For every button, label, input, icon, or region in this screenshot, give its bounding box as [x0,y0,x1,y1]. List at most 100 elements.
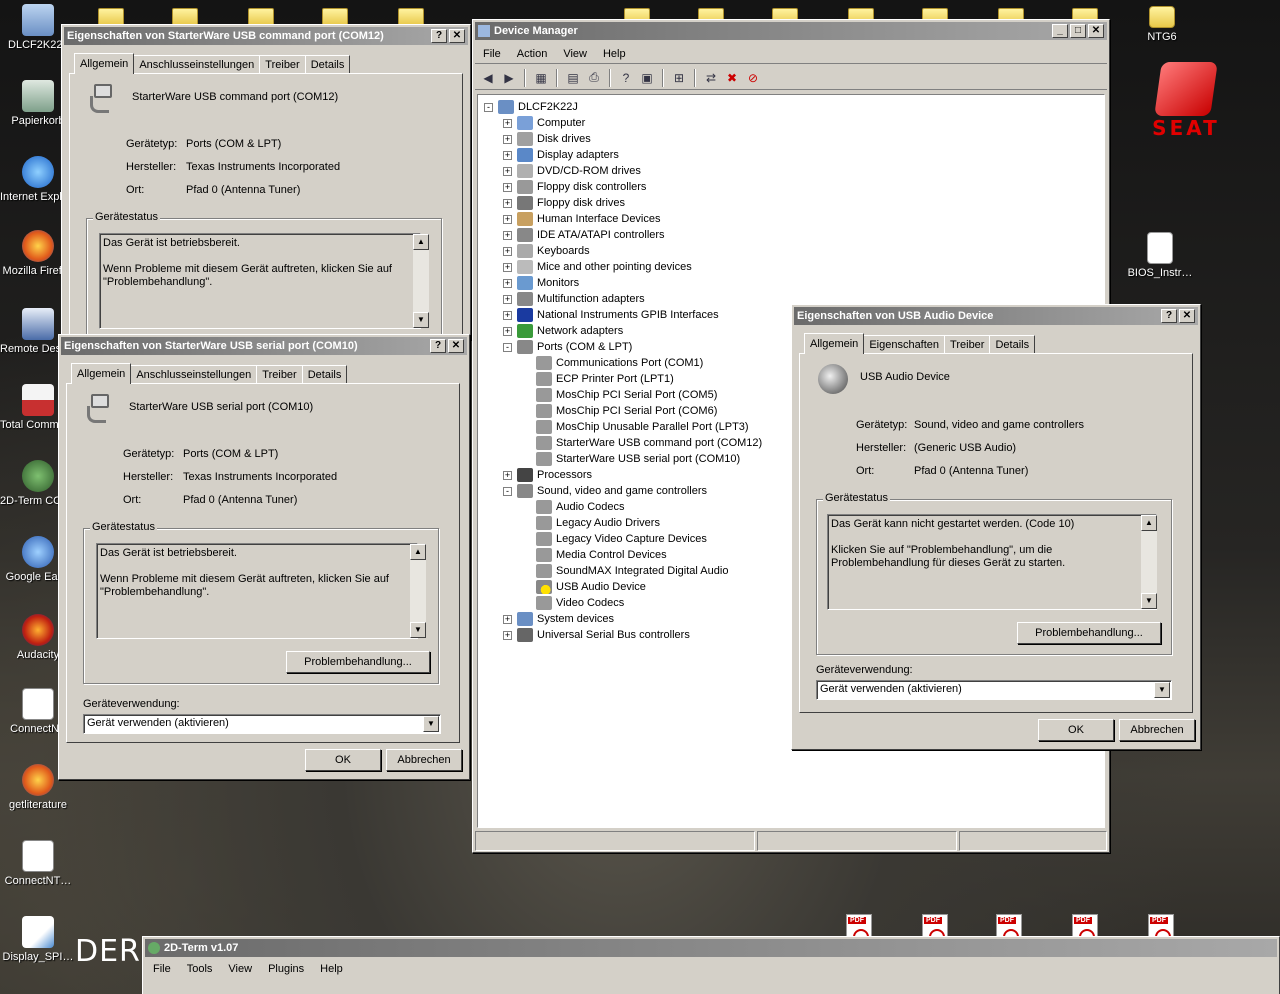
desktop-icon-ntg6[interactable]: NTG6 [1124,6,1200,43]
tab-treiber[interactable]: Treiber [944,335,991,353]
console-tree-icon[interactable]: ▦ [532,69,550,87]
print-icon[interactable]: ⎙ [585,69,603,87]
usage-select[interactable]: Gerät verwenden (aktivieren) ▼ [83,714,441,734]
cancel-button[interactable]: Abbrechen [1119,719,1195,741]
uninstall-icon[interactable]: ✖ [723,69,741,87]
tree-category[interactable]: + Display adapters [503,147,619,163]
tree-category[interactable]: + Keyboards [503,243,590,259]
status-scrollbar[interactable]: ▲ ▼ [410,544,426,638]
troubleshoot-button[interactable]: Problembehandlung... [286,651,430,673]
forward-arrow-icon[interactable]: ▶ [500,69,518,87]
menu-file[interactable]: File [475,48,509,60]
minimize-button[interactable]: _ [1052,24,1068,38]
tab-anschlusseinstellungen[interactable]: Anschlusseinstellungen [133,55,261,73]
desktop-icon-connectnt-2[interactable]: ConnectNT… [0,840,76,887]
tree-device[interactable]: Legacy Video Capture Devices [522,531,707,547]
tab-eigenschaften[interactable]: Eigenschaften [863,335,946,353]
tree-category[interactable]: + Mice and other pointing devices [503,259,692,275]
view-icon[interactable]: ▣ [638,69,656,87]
expand-icon[interactable]: + [503,214,512,224]
menu-action[interactable]: Action [509,48,556,60]
title-bar[interactable]: Eigenschaften von StarterWare USB comman… [64,27,468,45]
tree-device[interactable]: MosChip PCI Serial Port (COM6) [522,403,717,419]
close-button[interactable]: ✕ [1179,309,1195,323]
expand-icon[interactable]: + [503,278,512,288]
expand-icon[interactable]: + [503,134,512,144]
expand-icon[interactable]: + [503,294,512,304]
tree-category[interactable]: + Floppy disk drives [503,195,625,211]
ok-button[interactable]: OK [305,749,381,771]
tree-category[interactable]: + Human Interface Devices [503,211,661,227]
tree-device[interactable]: MosChip Unusable Parallel Port (LPT3) [522,419,749,435]
scroll-up-button[interactable]: ▲ [410,544,426,560]
tree-device[interactable]: USB Audio Device [522,579,646,595]
menu-help[interactable]: Help [312,963,351,975]
close-button[interactable]: ✕ [449,29,465,43]
menu-help[interactable]: Help [595,48,634,60]
tree-device[interactable]: Legacy Audio Drivers [522,515,660,531]
tree-category[interactable]: + Network adapters [503,323,623,339]
tree-device[interactable]: ECP Printer Port (LPT1) [522,371,674,387]
tree-device[interactable]: StarterWare USB command port (COM12) [522,435,762,451]
tab-details[interactable]: Details [301,365,348,383]
properties-icon[interactable]: ▤ [564,69,582,87]
status-scrollbar[interactable]: ▲ ▼ [413,234,429,328]
update-driver-icon[interactable]: ⇄ [702,69,720,87]
back-arrow-icon[interactable]: ◀ [479,69,497,87]
menu-view[interactable]: View [220,963,260,975]
collapse-icon[interactable]: - [503,342,512,352]
tab-allgemein[interactable]: Allgemein [74,53,135,74]
tree-category[interactable]: + National Instruments GPIB Interfaces [503,307,719,323]
expand-icon[interactable]: + [503,614,512,624]
dropdown-arrow-icon[interactable]: ▼ [1154,682,1170,698]
tree-category-sound[interactable]: - Sound, video and game controllers [503,483,707,499]
tree-device[interactable]: Communications Port (COM1) [522,355,703,371]
expand-icon[interactable]: + [503,182,512,192]
help-button[interactable]: ? [1161,309,1177,323]
collapse-icon[interactable]: - [484,102,493,112]
scroll-down-button[interactable]: ▼ [1141,593,1157,609]
tree-category[interactable]: + Universal Serial Bus controllers [503,627,690,643]
expand-icon[interactable]: + [503,166,512,176]
tree-category[interactable]: + Monitors [503,275,579,291]
troubleshoot-button[interactable]: Problembehandlung... [1017,622,1161,644]
help-button[interactable]: ? [430,339,446,353]
help-button[interactable]: ? [431,29,447,43]
menu-file[interactable]: File [145,963,179,975]
properties-window-usb-audio[interactable]: Eigenschaften von USB Audio Device ? ✕ Al… [791,304,1201,750]
expand-icon[interactable]: + [503,246,512,256]
title-bar[interactable]: Eigenschaften von USB Audio Device ? ✕ [794,307,1198,325]
tab-treiber[interactable]: Treiber [256,365,303,383]
tree-category[interactable]: + System devices [503,611,614,627]
tree-category-processors[interactable]: + Processors [503,467,592,483]
close-button[interactable]: ✕ [1088,24,1104,38]
desktop-icon-bios-instr[interactable]: BIOS_Instr… [1122,232,1198,279]
collapse-icon[interactable]: - [503,486,512,496]
usage-select[interactable]: Gerät verwenden (aktivieren) ▼ [816,680,1172,700]
tab-details[interactable]: Details [989,335,1036,353]
tree-device[interactable]: StarterWare USB serial port (COM10) [522,451,740,467]
dropdown-arrow-icon[interactable]: ▼ [423,716,439,732]
expand-icon[interactable]: + [503,198,512,208]
title-bar[interactable]: 2D-Term v1.07 [145,939,1277,957]
tree-category[interactable]: + Computer [503,115,585,131]
tree-category[interactable]: + Multifunction adapters [503,291,645,307]
title-bar[interactable]: Device Manager _ □ ✕ [475,22,1107,40]
tab-details[interactable]: Details [304,55,351,73]
maximize-button[interactable]: □ [1070,24,1086,38]
scroll-up-button[interactable]: ▲ [1141,515,1157,531]
menu-tools[interactable]: Tools [179,963,221,975]
properties-window-com10[interactable]: Eigenschaften von StarterWare USB serial… [58,334,470,780]
tree-root[interactable]: - DLCF2K22J [484,99,578,115]
tree-category[interactable]: + Floppy disk controllers [503,179,646,195]
expand-icon[interactable]: + [503,326,512,336]
tree-device[interactable]: Media Control Devices [522,547,667,563]
tree-category[interactable]: + Disk drives [503,131,591,147]
tree-category[interactable]: + IDE ATA/ATAPI controllers [503,227,665,243]
scroll-up-button[interactable]: ▲ [413,234,429,250]
scan-hardware-icon[interactable]: ⊞ [670,69,688,87]
expand-icon[interactable]: + [503,230,512,240]
tree-device[interactable]: Video Codecs [522,595,624,611]
menu-view[interactable]: View [555,48,595,60]
ok-button[interactable]: OK [1038,719,1114,741]
